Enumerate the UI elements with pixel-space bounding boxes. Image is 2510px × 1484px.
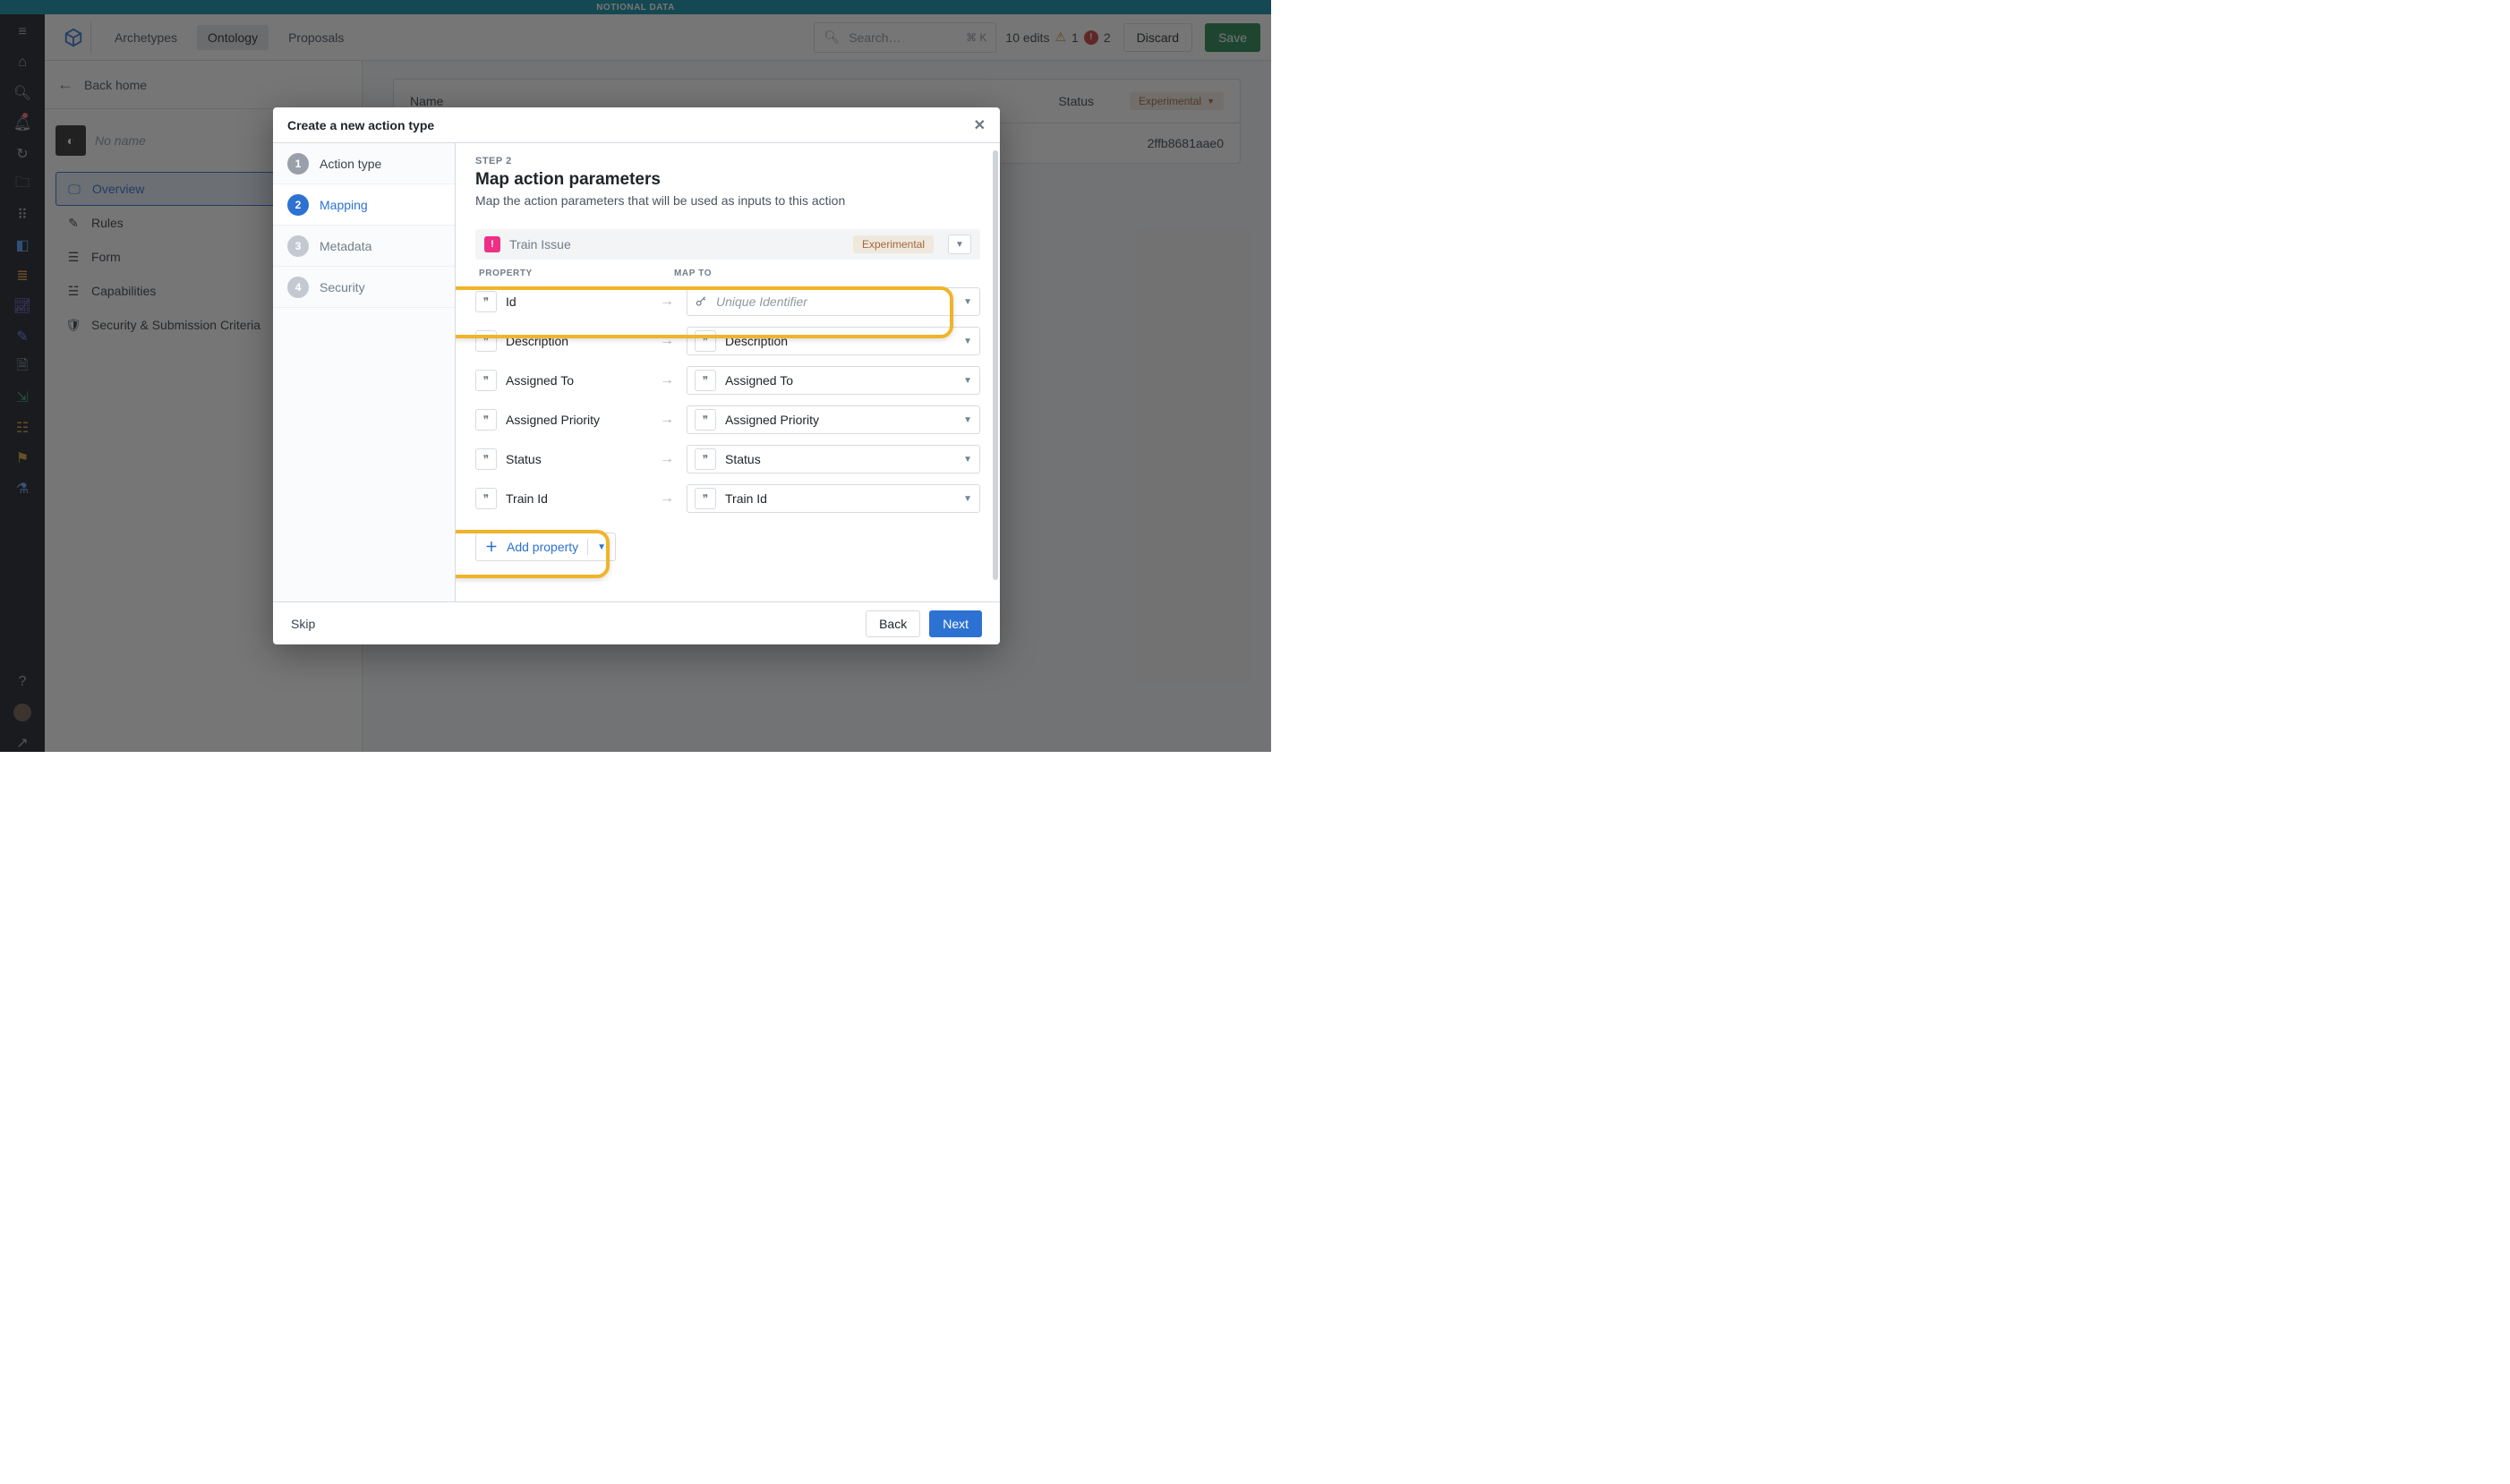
property-cell: ❞ Status <box>475 448 647 470</box>
app-root: NOTIONAL DATA ≡ ⌂ 🔍︎ 🔔︎ ↻ 🗀 ⠿ ◧ ≣ 📈︎ ✎ 🗎… <box>0 0 1271 752</box>
property-cell: ❞ Id <box>475 291 647 312</box>
quote-icon: ❞ <box>475 409 497 431</box>
modal-body: 1 Action type 2 Mapping 3 Metadata 4 Sec… <box>273 143 1000 601</box>
quote-icon: ❞ <box>695 409 716 431</box>
map-to-select[interactable]: ❞ Description ▼ <box>687 327 980 355</box>
mapping-row: ❞ Assigned To → ❞ Assigned To ▼ <box>475 362 980 398</box>
step-indicator: STEP 2 <box>475 156 980 166</box>
property-cell: ❞ Description <box>475 330 647 352</box>
modal-title: Create a new action type <box>287 118 434 132</box>
map-to-value: Train Id <box>725 491 954 506</box>
mapping-row: ❞ Id → Unique Identifier ▼ <box>475 284 980 320</box>
scrollbar-thumb[interactable] <box>993 150 998 580</box>
property-name: Status <box>506 452 542 466</box>
entity-row: ! Train Issue Experimental ▼ <box>475 229 980 260</box>
entity-icon: ! <box>484 236 500 252</box>
chevron-down-icon: ▼ <box>963 455 972 465</box>
modal-main: STEP 2 Map action parameters Map the act… <box>456 143 1000 601</box>
step-security[interactable]: 4 Security <box>273 267 455 308</box>
skip-button[interactable]: Skip <box>291 617 315 631</box>
chevron-down-icon: ▼ <box>963 376 972 386</box>
step-number: 1 <box>287 153 309 175</box>
step-label: Mapping <box>320 198 368 212</box>
step-mapping[interactable]: 2 Mapping <box>273 184 455 226</box>
chevron-down-icon: ▼ <box>963 297 972 307</box>
quote-icon: ❞ <box>695 330 716 352</box>
step-label: Action type <box>320 157 381 171</box>
arrow-right-icon: → <box>660 333 674 349</box>
entity-name: Train Issue <box>509 237 571 252</box>
quote-icon: ❞ <box>475 448 497 470</box>
property-cell: ❞ Assigned Priority <box>475 409 647 431</box>
create-action-type-modal: Create a new action type ✕ 1 Action type… <box>273 107 1000 644</box>
mapping-headers: PROPERTY MAP TO <box>475 260 980 284</box>
chevron-down-icon: ▼ <box>963 415 972 425</box>
map-to-select[interactable]: ❞ Status ▼ <box>687 445 980 473</box>
arrow-right-icon: → <box>660 372 674 388</box>
add-property-label: Add property <box>507 540 578 554</box>
arrow-right-icon: → <box>660 451 674 467</box>
chevron-down-icon: ▼ <box>963 337 972 346</box>
quote-icon: ❞ <box>695 370 716 391</box>
quote-icon: ❞ <box>475 291 497 312</box>
arrow-right-icon: → <box>660 412 674 428</box>
map-to-select[interactable]: ❞ Assigned Priority ▼ <box>687 405 980 434</box>
close-icon[interactable]: ✕ <box>974 116 986 134</box>
entity-status-badge: Experimental <box>853 235 934 253</box>
map-to-select[interactable]: Unique Identifier ▼ <box>687 287 980 316</box>
modal-header: Create a new action type ✕ <box>273 107 1000 143</box>
wizard-steps: 1 Action type 2 Mapping 3 Metadata 4 Sec… <box>273 143 456 601</box>
add-property-button[interactable]: ＋ Add property ▼ <box>475 533 616 561</box>
key-icon <box>695 295 707 308</box>
property-cell: ❞ Train Id <box>475 488 647 509</box>
property-name: Assigned To <box>506 373 574 388</box>
step-action-type[interactable]: 1 Action type <box>273 143 455 184</box>
arrow-right-icon: → <box>660 294 674 310</box>
mapping-row: ❞ Train Id → ❞ Train Id ▼ <box>475 481 980 516</box>
entity-dropdown-button[interactable]: ▼ <box>948 235 971 254</box>
property-name: Id <box>506 294 517 309</box>
quote-icon: ❞ <box>475 370 497 391</box>
quote-icon: ❞ <box>695 448 716 470</box>
property-name: Description <box>506 334 568 348</box>
header-mapto: MAP TO <box>674 269 977 278</box>
map-to-value: Assigned To <box>725 373 954 388</box>
mapping-row: ❞ Description → ❞ Description ▼ <box>475 323 980 359</box>
plus-icon: ＋ <box>485 538 498 556</box>
mapping-rows: ❞ Id → Unique Identifier ▼ ❞ Description → ❞ Desc… <box>475 284 980 516</box>
step-metadata[interactable]: 3 Metadata <box>273 226 455 267</box>
quote-icon: ❞ <box>475 330 497 352</box>
quote-icon: ❞ <box>475 488 497 509</box>
step-number: 4 <box>287 277 309 298</box>
map-to-value: Status <box>725 452 954 466</box>
mapping-row: ❞ Status → ❞ Status ▼ <box>475 441 980 477</box>
chevron-down-icon: ▼ <box>963 494 972 504</box>
step-label: Metadata <box>320 239 371 253</box>
map-to-select[interactable]: ❞ Train Id ▼ <box>687 484 980 513</box>
chevron-down-icon: ▼ <box>597 542 606 552</box>
header-property: PROPERTY <box>479 269 658 278</box>
property-name: Assigned Priority <box>506 413 600 427</box>
map-to-value: Description <box>725 334 954 348</box>
modal-heading: Map action parameters <box>475 170 980 190</box>
map-to-value: Unique Identifier <box>716 294 954 309</box>
property-cell: ❞ Assigned To <box>475 370 647 391</box>
mapping-row: ❞ Assigned Priority → ❞ Assigned Priority ▼ <box>475 402 980 438</box>
step-number: 2 <box>287 194 309 216</box>
property-name: Train Id <box>506 491 548 506</box>
step-number: 3 <box>287 235 309 257</box>
arrow-right-icon: → <box>660 490 674 507</box>
back-button[interactable]: Back <box>866 610 920 637</box>
next-button[interactable]: Next <box>929 610 982 637</box>
separator <box>587 539 588 555</box>
map-to-value: Assigned Priority <box>725 413 954 427</box>
step-label: Security <box>320 280 365 294</box>
modal-subtitle: Map the action parameters that will be u… <box>475 193 980 208</box>
modal-footer: Skip Back Next <box>273 601 1000 644</box>
map-to-select[interactable]: ❞ Assigned To ▼ <box>687 366 980 395</box>
quote-icon: ❞ <box>695 488 716 509</box>
